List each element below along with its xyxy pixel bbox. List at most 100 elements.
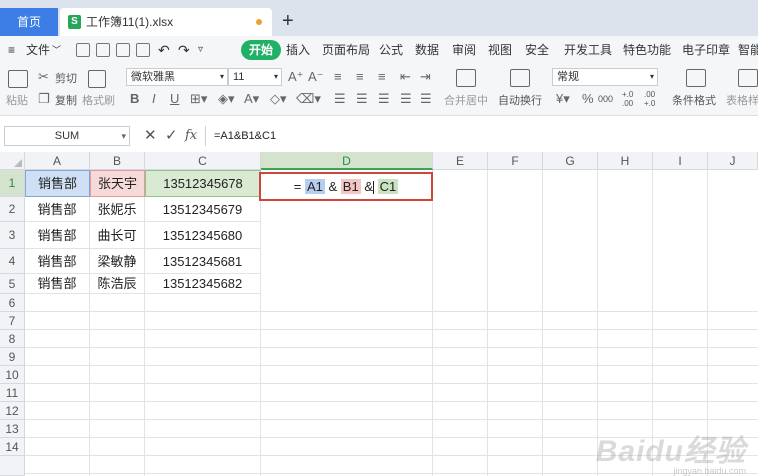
merge-center-icon[interactable]: [456, 69, 476, 87]
row-header[interactable]: 13: [0, 420, 25, 438]
menu-page-layout[interactable]: 页面布局: [322, 36, 370, 64]
row-header[interactable]: 1: [0, 170, 25, 197]
increase-decimal-button[interactable]: +.0 .00: [622, 90, 642, 108]
menu-e-seal[interactable]: 电子印章: [682, 36, 730, 64]
scissors-icon[interactable]: ✂: [38, 69, 49, 85]
menu-formulas[interactable]: 公式: [379, 36, 403, 64]
row-header[interactable]: 11: [0, 384, 25, 402]
column-header-j[interactable]: J: [708, 152, 758, 170]
cell-c1[interactable]: 13512345678: [145, 170, 261, 197]
align-middle-icon[interactable]: ≡: [356, 69, 364, 85]
row-header[interactable]: 9: [0, 348, 25, 366]
indent-increase-icon[interactable]: ⇥: [420, 69, 431, 85]
number-format-select[interactable]: 常规 ▾: [552, 68, 658, 86]
conditional-format-button[interactable]: 条件格式: [672, 92, 716, 108]
menu-view[interactable]: 视图: [488, 36, 512, 64]
paste-icon[interactable]: [8, 70, 28, 88]
cell-a2[interactable]: 销售部: [25, 197, 90, 222]
menu-developer[interactable]: 开发工具: [564, 36, 612, 64]
font-color-icon[interactable]: A▾: [244, 91, 259, 107]
merge-center-button[interactable]: 合并居中: [444, 92, 488, 108]
wrap-text-button[interactable]: 自动换行: [498, 92, 542, 108]
cell-b1[interactable]: 张天宇: [90, 170, 145, 197]
align-right-icon[interactable]: ☰: [378, 91, 390, 107]
menu-file[interactable]: 文件: [26, 36, 50, 64]
paste-button[interactable]: 粘贴: [6, 92, 28, 108]
font-name-select[interactable]: 微软雅黑 ▾: [126, 68, 228, 86]
column-header-h[interactable]: H: [598, 152, 653, 170]
percent-button[interactable]: %: [582, 91, 594, 107]
column-header-d[interactable]: D: [261, 152, 433, 170]
bold-button[interactable]: B: [130, 91, 139, 107]
increase-font-icon[interactable]: A⁺: [288, 69, 304, 85]
table-style-icon[interactable]: [738, 69, 758, 87]
tab-workbook[interactable]: S 工作簿11(1).xlsx: [60, 8, 272, 36]
select-all-corner[interactable]: [0, 152, 25, 170]
format-painter-button[interactable]: 格式刷: [82, 92, 115, 108]
row-header[interactable]: 7: [0, 312, 25, 330]
conditional-format-icon[interactable]: [686, 69, 706, 87]
cell-a4[interactable]: 销售部: [25, 249, 90, 274]
row-header[interactable]: 10: [0, 366, 25, 384]
underline-button[interactable]: U: [170, 91, 179, 107]
cell-c5[interactable]: 13512345682: [145, 274, 261, 294]
row-header[interactable]: 5: [0, 274, 25, 294]
cell-c3[interactable]: 13512345680: [145, 222, 261, 249]
row-header[interactable]: 12: [0, 402, 25, 420]
hamburger-icon[interactable]: ≡: [8, 36, 15, 64]
cancel-icon[interactable]: ✕: [144, 126, 157, 146]
menu-insert[interactable]: 插入: [286, 36, 310, 64]
row-header[interactable]: 3: [0, 222, 25, 249]
column-header-f[interactable]: F: [488, 152, 543, 170]
tab-home[interactable]: 首页: [0, 8, 58, 36]
italic-button[interactable]: I: [152, 91, 156, 107]
cell-d1-editor[interactable]: = A1 & B1 & C1: [259, 172, 433, 201]
cell-b3[interactable]: 曲长可: [90, 222, 145, 249]
thousands-button[interactable]: 000: [598, 94, 613, 104]
align-top-icon[interactable]: ≡: [334, 69, 342, 85]
fill-color-icon[interactable]: ◈▾: [218, 91, 235, 107]
indent-decrease-icon[interactable]: ⇤: [400, 69, 411, 85]
menu-start[interactable]: 开始: [241, 40, 282, 60]
menu-special[interactable]: 特色功能: [623, 36, 671, 64]
formula-input[interactable]: =A1&B1&C1: [205, 126, 758, 146]
decrease-font-icon[interactable]: A⁻: [308, 69, 324, 85]
copy-button[interactable]: 复制: [55, 92, 77, 108]
row-header[interactable]: 2: [0, 197, 25, 222]
cell-b2[interactable]: 张妮乐: [90, 197, 145, 222]
decrease-decimal-button[interactable]: .00 +.0: [644, 90, 664, 108]
save-icon[interactable]: [76, 43, 90, 57]
menu-security[interactable]: 安全: [525, 36, 549, 64]
cut-button[interactable]: 剪切: [55, 70, 77, 86]
cell-b5[interactable]: 陈浩辰: [90, 274, 145, 294]
cell-a3[interactable]: 销售部: [25, 222, 90, 249]
quick-access-more-icon[interactable]: ▿: [198, 36, 203, 64]
cell-c4[interactable]: 13512345681: [145, 249, 261, 274]
font-size-select[interactable]: 11 ▾: [228, 68, 282, 86]
align-left-icon[interactable]: ☰: [334, 91, 346, 107]
new-tab-button[interactable]: +: [282, 10, 294, 32]
cell-a5[interactable]: 销售部: [25, 274, 90, 294]
copy-icon[interactable]: ❐: [38, 91, 50, 107]
column-header-i[interactable]: I: [653, 152, 708, 170]
align-bottom-icon[interactable]: ≡: [378, 69, 386, 85]
table-style-button[interactable]: 表格样: [726, 92, 758, 108]
name-box[interactable]: SUM ▾: [4, 126, 130, 146]
cell-c2[interactable]: 13512345679: [145, 197, 261, 222]
wrap-text-icon[interactable]: [510, 69, 530, 87]
undo-icon[interactable]: ↶: [158, 36, 170, 64]
redo-icon[interactable]: ↷: [178, 36, 190, 64]
insert-function-button[interactable]: fx: [185, 126, 197, 146]
column-header-e[interactable]: E: [433, 152, 488, 170]
currency-icon[interactable]: ¥▾: [556, 91, 570, 107]
row-header[interactable]: 8: [0, 330, 25, 348]
column-header-b[interactable]: B: [90, 152, 145, 170]
menu-smart[interactable]: 智能: [738, 36, 758, 64]
eraser-icon[interactable]: ⌫▾: [296, 91, 321, 107]
row-header[interactable]: 14: [0, 438, 25, 456]
row-header[interactable]: 4: [0, 249, 25, 274]
clear-format-icon[interactable]: ◇▾: [270, 91, 287, 107]
format-painter-icon[interactable]: [88, 70, 106, 88]
distributed-icon[interactable]: ☰: [420, 91, 432, 107]
cell-a1[interactable]: 销售部: [25, 170, 90, 197]
